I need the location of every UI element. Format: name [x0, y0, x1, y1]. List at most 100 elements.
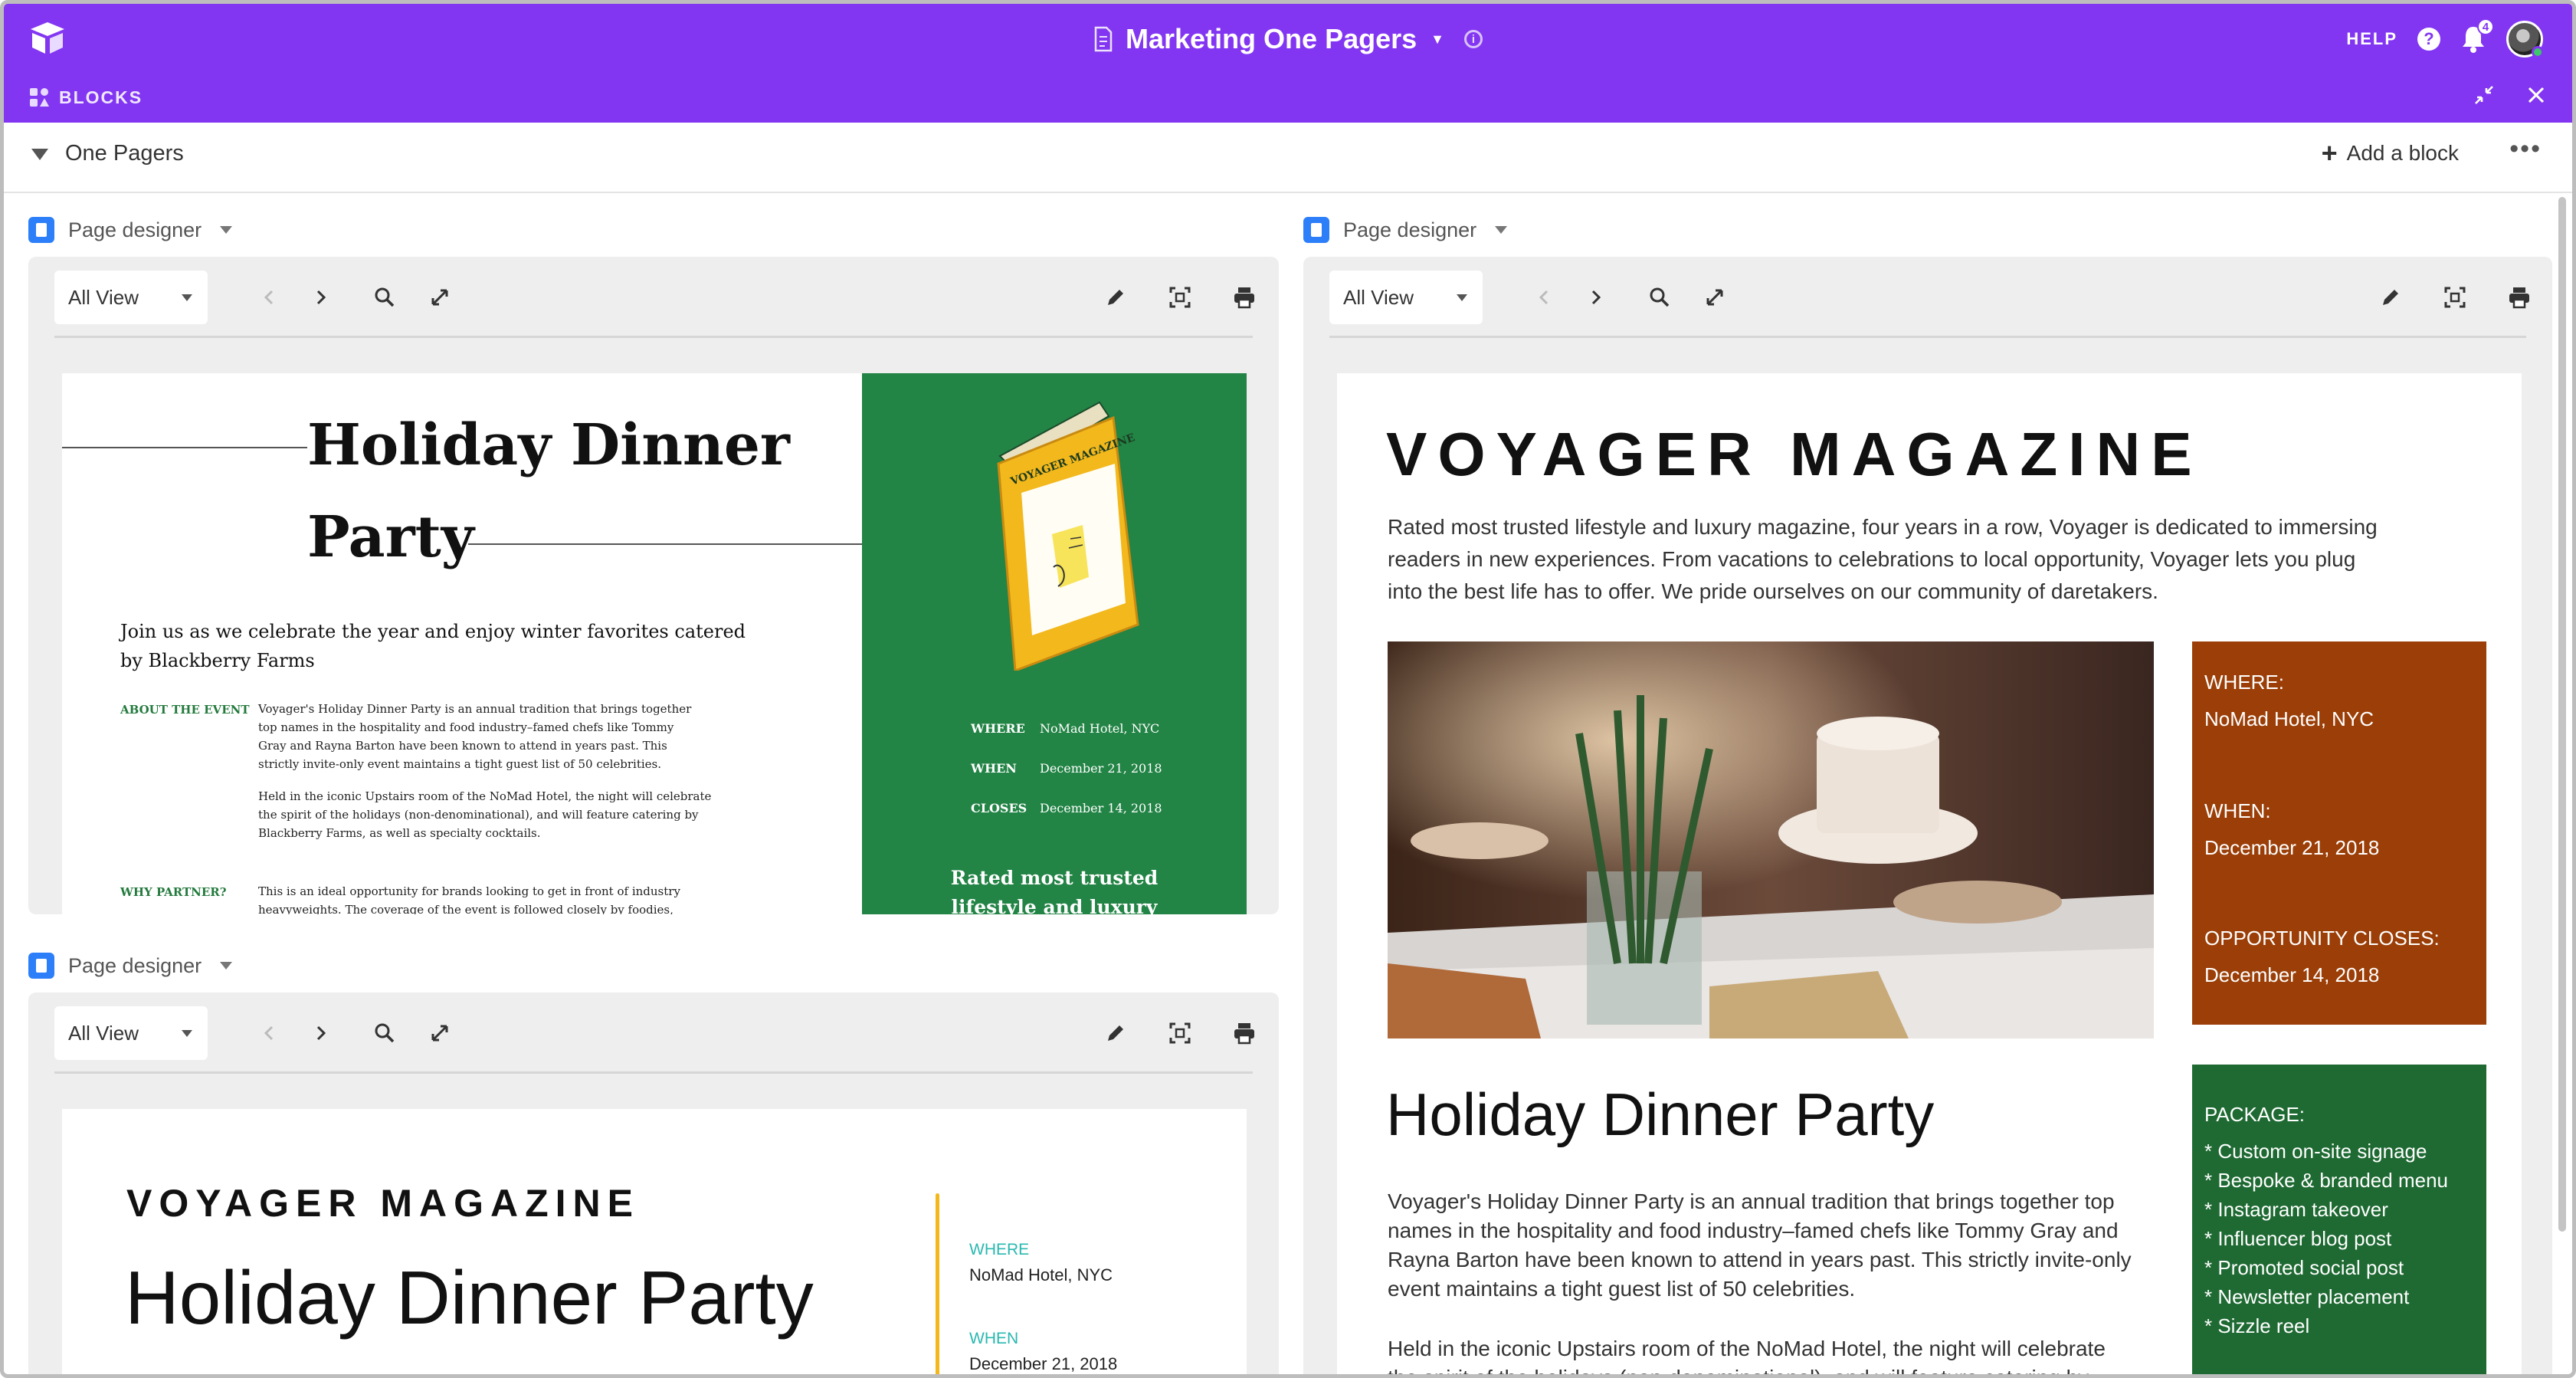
- block-panel-3: All View VOYAGER MAGAZINE Rated most tru…: [1303, 257, 2552, 1374]
- edit-pencil-icon[interactable]: [1103, 1020, 1129, 1046]
- event-description-2: Held in the iconic Upstairs room of the …: [1388, 1334, 2106, 1374]
- previous-record-icon[interactable]: [1532, 284, 1558, 310]
- text-line: strictly invite-only event maintains a t…: [258, 757, 662, 771]
- block-panel-1: All View Holiday Dinner Party Join us as…: [28, 257, 1279, 914]
- help-icon[interactable]: ?: [2417, 28, 2440, 51]
- block-header-2[interactable]: Page designer: [28, 953, 233, 979]
- package-item: * Influencer blog post: [2204, 1227, 2392, 1250]
- fit-to-screen-icon[interactable]: [1167, 1020, 1193, 1046]
- block-toolbar: All View: [1329, 271, 2529, 338]
- where-label: WHERE: [969, 1241, 1030, 1258]
- text-line: Held in the iconic Upstairs room of the …: [1388, 1337, 2106, 1360]
- where-value: NoMad Hotel, NYC: [969, 1265, 1113, 1284]
- search-icon[interactable]: [372, 284, 398, 310]
- tagline-line: Rated most trusted: [950, 867, 1159, 889]
- blocks-toggle[interactable]: BLOCKS: [28, 87, 143, 108]
- next-record-icon[interactable]: [307, 284, 333, 310]
- block-panel-2: All View VOYAGER MAGAZINE Holiday Dinner…: [28, 992, 1279, 1374]
- view-select[interactable]: All View: [54, 1006, 208, 1060]
- previous-record-icon[interactable]: [257, 284, 283, 310]
- magazine-name: VOYAGER MAGAZINE: [126, 1182, 641, 1225]
- vertical-scrollbar[interactable]: [2558, 197, 2566, 1232]
- app-window: Marketing One Pagers ▼ i HELP ? 4 BLOCKS…: [0, 0, 2576, 1378]
- fit-to-screen-icon[interactable]: [2442, 284, 2468, 310]
- page-designer-icon: [1303, 217, 1329, 243]
- shrink-icon[interactable]: [2474, 85, 2494, 105]
- block-name[interactable]: Page designer: [68, 218, 202, 242]
- edit-pencil-icon[interactable]: [2378, 284, 2404, 310]
- user-avatar[interactable]: [2506, 21, 2544, 58]
- page-designer-icon: [28, 953, 54, 979]
- when-value: December 21, 2018: [2204, 836, 2380, 859]
- page-title: Holiday Dinner Party: [125, 1255, 814, 1340]
- print-icon[interactable]: [1231, 284, 1257, 310]
- fit-to-screen-icon[interactable]: [1167, 284, 1193, 310]
- chevron-down-icon[interactable]: [220, 226, 233, 234]
- print-icon[interactable]: [1231, 1020, 1257, 1046]
- where-value: NoMad Hotel, NYC: [2204, 707, 2374, 730]
- block-header-1[interactable]: Page designer: [28, 217, 233, 243]
- where-value: NoMad Hotel, NYC: [1040, 721, 1160, 736]
- closes-label: CLOSES: [971, 801, 1027, 815]
- where-label: WHERE: [971, 721, 1025, 736]
- collapse-triangle-icon[interactable]: [31, 149, 48, 160]
- base-title-chevron-down-icon[interactable]: ▼: [1431, 31, 1444, 48]
- block-name[interactable]: Page designer: [1343, 218, 1476, 242]
- when-value: December 21, 2018: [969, 1354, 1118, 1373]
- search-icon[interactable]: [372, 1020, 398, 1046]
- blocks-label: BLOCKS: [59, 87, 143, 107]
- dessert-table-photo-image: [1388, 641, 2154, 1038]
- block-name[interactable]: Page designer: [68, 954, 202, 978]
- tagline: Rated most trusted lifestyle and luxury: [862, 864, 1247, 914]
- expand-icon[interactable]: [427, 284, 453, 310]
- when-label: WHEN:: [2204, 799, 2271, 822]
- close-icon[interactable]: [2526, 85, 2546, 105]
- notifications-button[interactable]: 4: [2460, 18, 2494, 54]
- base-title-group[interactable]: Marketing One Pagers ▼ i: [4, 19, 2572, 59]
- more-options-icon[interactable]: •••: [2509, 136, 2542, 162]
- closes-label: OPPORTUNITY CLOSES:: [2204, 927, 2440, 950]
- chevron-down-icon[interactable]: [1495, 226, 1508, 234]
- top-right-controls: HELP ? 4: [2346, 18, 2544, 61]
- about-label: ABOUT THE EVENT: [120, 703, 250, 717]
- lead-line-2: by Blackberry Farms: [120, 650, 315, 671]
- top-bar: Marketing One Pagers ▼ i HELP ? 4 BLOCKS: [4, 4, 2572, 123]
- base-title[interactable]: Marketing One Pagers: [1126, 23, 1417, 55]
- event-details-box: WHERE: NoMad Hotel, NYC WHEN: December 2…: [2192, 641, 2486, 1025]
- where-label: WHERE:: [2204, 671, 2284, 694]
- print-icon[interactable]: [2506, 284, 2532, 310]
- green-sidebar: VOYAGER MAGAZINE WHERE NoMad Hotel, NYC …: [862, 373, 1247, 914]
- chevron-down-icon[interactable]: [220, 962, 233, 970]
- add-block-button[interactable]: + Add a block: [2322, 139, 2459, 167]
- package-label: PACKAGE:: [2204, 1103, 2306, 1126]
- edit-pencil-icon[interactable]: [1103, 284, 1129, 310]
- expand-icon[interactable]: [427, 1020, 453, 1046]
- info-icon[interactable]: i: [1463, 30, 1483, 48]
- block-header-3[interactable]: Page designer: [1303, 217, 1508, 243]
- magazine-name: VOYAGER MAGAZINE: [1386, 420, 2203, 488]
- dashboard-title[interactable]: One Pagers: [65, 141, 184, 166]
- view-select[interactable]: All View: [1329, 271, 1483, 324]
- text-line: readers in new experiences. From vacatio…: [1388, 547, 2356, 571]
- view-select-value: All View: [68, 1021, 139, 1045]
- expand-icon[interactable]: [1702, 284, 1728, 310]
- why-partner-paragraph: This is an ideal opportunity for brands …: [258, 882, 680, 914]
- lead-line-1: Join us as we celebrate the year and enj…: [120, 621, 746, 642]
- closes-value: December 14, 2018: [2204, 963, 2380, 986]
- text-line: This is an ideal opportunity for brands …: [258, 884, 680, 898]
- help-link[interactable]: HELP: [2346, 29, 2397, 49]
- magazine-intro: Rated most trusted lifestyle and luxury …: [1388, 511, 2378, 608]
- view-select[interactable]: All View: [54, 271, 208, 324]
- search-icon[interactable]: [1647, 284, 1673, 310]
- package-item: * Sizzle reel: [2204, 1314, 2310, 1337]
- view-select-value: All View: [68, 285, 139, 309]
- text-line: heavyweights. The coverage of the event …: [258, 903, 673, 914]
- chevron-down-icon: [182, 294, 192, 301]
- chevron-down-icon: [1457, 294, 1467, 301]
- previous-record-icon[interactable]: [257, 1020, 283, 1046]
- next-record-icon[interactable]: [307, 1020, 333, 1046]
- tagline-line: lifestyle and luxury: [951, 896, 1158, 914]
- next-record-icon[interactable]: [1582, 284, 1608, 310]
- document-icon: [1094, 26, 1113, 52]
- online-status-dot: [2532, 46, 2544, 58]
